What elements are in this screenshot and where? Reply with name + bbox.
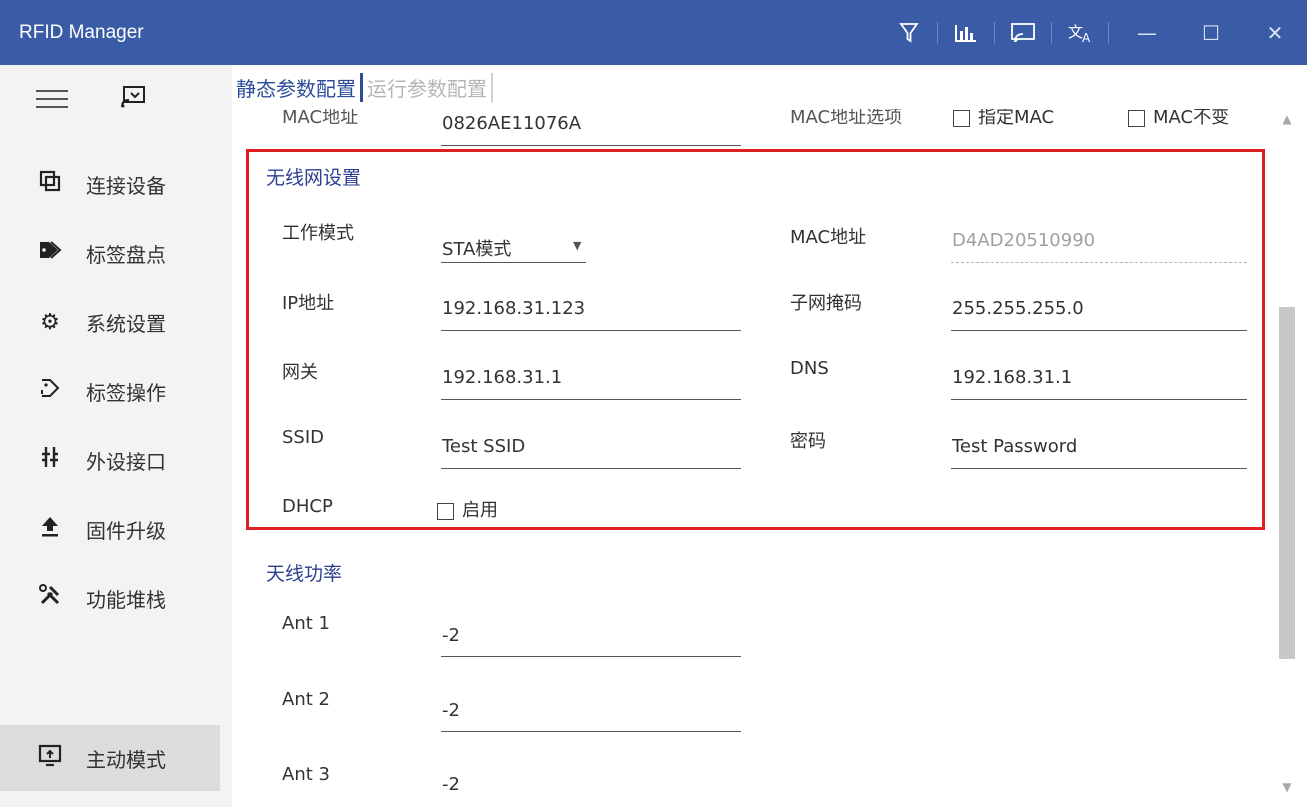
minimize-button[interactable]: — — [1115, 0, 1179, 65]
gateway-underline — [441, 399, 741, 400]
ant1-underline — [441, 656, 741, 657]
ip-underline — [441, 330, 741, 331]
sidebar-item-label: 功能堆栈 — [86, 587, 166, 612]
sidebar: 连接设备 标签盘点 ⚙ 系统设置 标签操作 外设接口 固件升级 功能堆栈 主动模… — [0, 65, 233, 807]
specify-mac-checkbox[interactable] — [953, 109, 970, 127]
sidebar-item-function-stack[interactable]: 功能堆栈 — [0, 570, 220, 626]
ssid-label: SSID — [282, 427, 325, 448]
device-screen-icon[interactable] — [120, 85, 146, 113]
toolbar-separator — [1108, 21, 1109, 44]
ant3-input[interactable]: -2 — [442, 774, 460, 795]
menu-icon[interactable] — [36, 90, 68, 108]
filter-icon[interactable] — [887, 0, 931, 65]
mac-unchanged-label: MAC不变 — [1153, 107, 1230, 128]
chart-icon[interactable] — [944, 0, 988, 65]
sidebar-item-tag-operation[interactable]: 标签操作 — [0, 363, 220, 419]
password-underline — [951, 468, 1247, 469]
chevron-down-icon[interactable]: ▼ — [573, 239, 581, 252]
tag-icon — [36, 239, 64, 267]
tab-static-config[interactable]: 静态参数配置 — [236, 73, 363, 102]
sidebar-item-label: 标签操作 — [86, 380, 166, 405]
work-mode-label: 工作模式 — [282, 223, 354, 244]
work-mode-select[interactable]: STA模式 — [442, 235, 511, 261]
svg-text:文: 文 — [1068, 23, 1083, 41]
scroll-up-icon[interactable]: ▲ — [1279, 112, 1295, 126]
sidebar-item-label: 连接设备 — [86, 173, 166, 198]
sidebar-item-active-mode[interactable]: 主动模式 — [0, 725, 220, 791]
svg-text:A: A — [1082, 31, 1091, 44]
sidebar-item-label: 固件升级 — [86, 518, 166, 543]
toolbar: 文A — ☐ ✕ — [887, 0, 1307, 65]
tab-bar: 静态参数配置 运行参数配置 — [236, 73, 493, 102]
subnet-input[interactable]: 255.255.255.0 — [952, 298, 1084, 319]
sidebar-item-system-settings[interactable]: ⚙ 系统设置 — [0, 294, 220, 350]
interface-icon — [36, 445, 64, 475]
screen-icon[interactable] — [1001, 0, 1045, 65]
work-mode-underline — [441, 262, 586, 263]
sidebar-item-label: 系统设置 — [86, 311, 166, 336]
dhcp-label: DHCP — [282, 496, 333, 517]
password-label: 密码 — [790, 431, 826, 452]
wifi-mac-label: MAC地址 — [790, 227, 867, 248]
app-title: RFID Manager — [19, 22, 144, 43]
ssid-input[interactable]: Test SSID — [442, 436, 525, 457]
ant1-label: Ant 1 — [282, 613, 330, 634]
gateway-input[interactable]: 192.168.31.1 — [442, 367, 562, 388]
ip-input[interactable]: 192.168.31.123 — [442, 298, 585, 319]
mac-underline — [441, 145, 741, 146]
ant3-label: Ant 3 — [282, 764, 330, 785]
monitor-icon — [36, 743, 64, 773]
subnet-underline — [951, 330, 1247, 331]
toolbar-separator — [937, 21, 938, 44]
toolbar-separator — [1051, 21, 1052, 44]
wifi-mac-underline — [951, 262, 1247, 263]
specify-mac-label: 指定MAC — [978, 107, 1055, 128]
mac-input[interactable]: 0826AE11076A — [442, 113, 581, 134]
dhcp-checkbox-label: 启用 — [462, 500, 498, 521]
sidebar-header — [36, 85, 146, 113]
password-input[interactable]: Test Password — [952, 436, 1077, 457]
connect-icon — [36, 169, 64, 199]
scroll-down-icon[interactable]: ▼ — [1279, 780, 1295, 794]
maximize-button[interactable]: ☐ — [1179, 0, 1243, 65]
dns-underline — [951, 399, 1247, 400]
highlight-box — [246, 149, 1265, 530]
sidebar-item-connect[interactable]: 连接设备 — [0, 156, 220, 212]
toolbar-separator — [994, 21, 995, 44]
antenna-section-title: 天线功率 — [266, 563, 343, 585]
sidebar-item-peripheral[interactable]: 外设接口 — [0, 432, 220, 488]
dhcp-option[interactable]: 启用 — [437, 496, 498, 522]
title-bar: RFID Manager 文A — ☐ ✕ — [0, 0, 1307, 65]
sidebar-item-firmware-upgrade[interactable]: 固件升级 — [0, 501, 220, 557]
translate-icon[interactable]: 文A — [1058, 0, 1102, 65]
dns-input[interactable]: 192.168.31.1 — [952, 367, 1072, 388]
ant2-label: Ant 2 — [282, 689, 330, 710]
mac-unchanged-checkbox[interactable] — [1128, 109, 1145, 127]
ssid-underline — [441, 468, 741, 469]
gear-icon: ⚙ — [40, 309, 60, 335]
dns-label: DNS — [790, 358, 829, 379]
ip-label: IP地址 — [282, 293, 335, 314]
tools-icon — [36, 583, 64, 613]
upload-icon — [36, 514, 64, 544]
ant2-underline — [441, 731, 741, 732]
sidebar-item-label: 外设接口 — [86, 449, 166, 474]
wifi-section-title: 无线网设置 — [266, 167, 362, 189]
close-button[interactable]: ✕ — [1243, 0, 1307, 65]
dhcp-checkbox[interactable] — [437, 502, 454, 520]
wifi-mac-field: D4AD20510990 — [952, 230, 1096, 251]
ant2-input[interactable]: -2 — [442, 700, 460, 721]
tab-runtime-config[interactable]: 运行参数配置 — [363, 73, 493, 102]
sidebar-item-inventory[interactable]: 标签盘点 — [0, 225, 220, 281]
ant1-input[interactable]: -2 — [442, 625, 460, 646]
gateway-label: 网关 — [282, 362, 318, 383]
sidebar-item-label: 标签盘点 — [86, 242, 166, 267]
scrollbar-thumb[interactable] — [1279, 307, 1295, 659]
sidebar-item-label: 主动模式 — [86, 747, 166, 772]
tag-operation-icon — [36, 376, 64, 406]
subnet-label: 子网掩码 — [790, 293, 862, 314]
